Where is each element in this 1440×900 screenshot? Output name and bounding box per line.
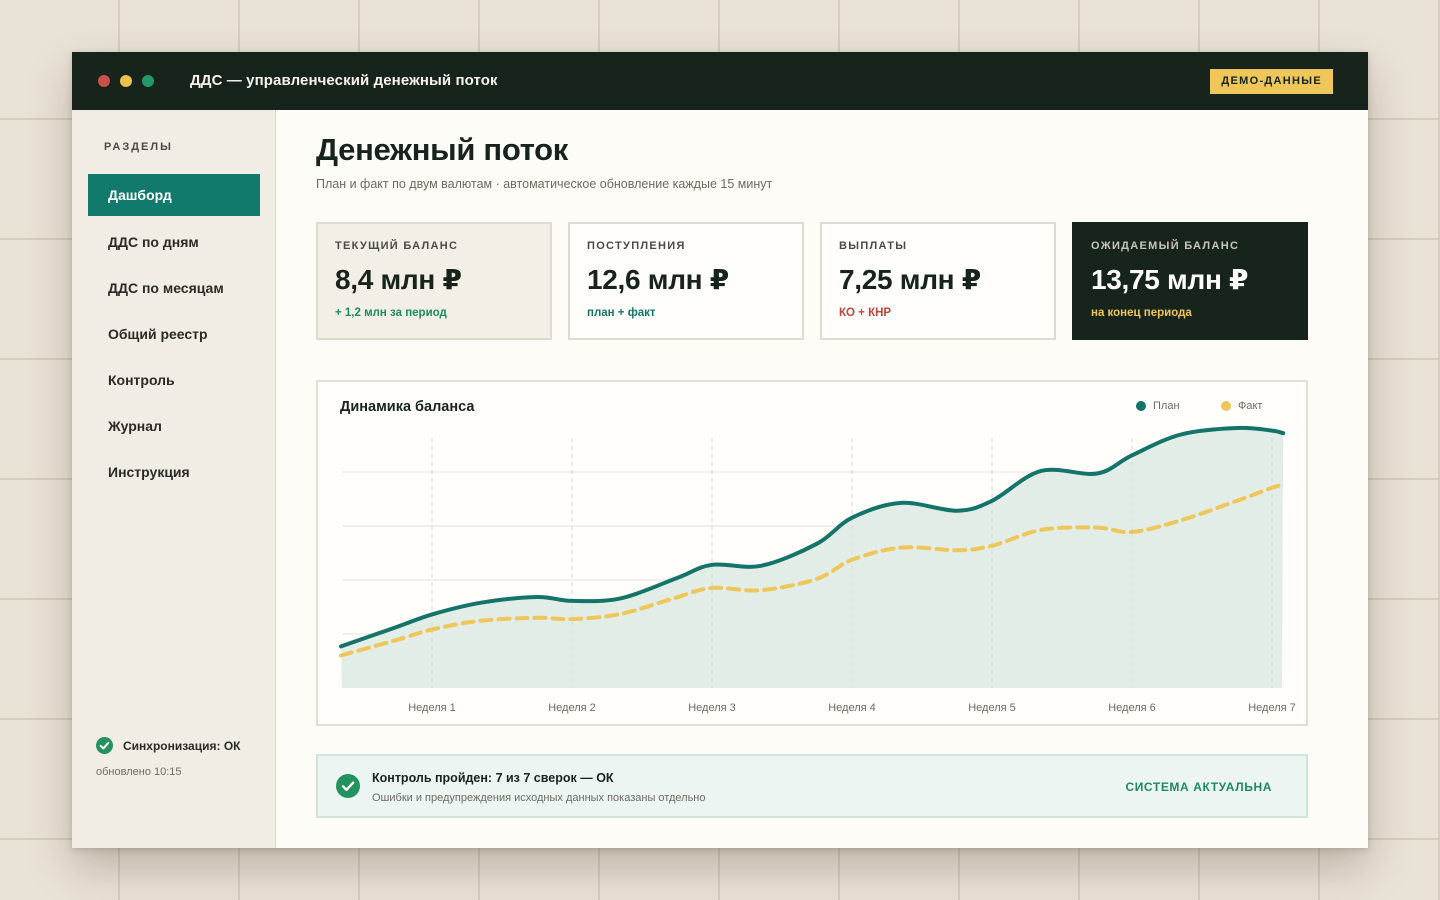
- page-subtitle: План и факт по двум валютам · автоматиче…: [316, 177, 773, 191]
- kpi-value: 7,25 млн ₽: [839, 264, 981, 295]
- minimize-window-button[interactable]: [120, 75, 132, 87]
- sidebar-item-general-register[interactable]: Общий реестр: [88, 313, 260, 355]
- page-title: Денежный поток: [316, 132, 569, 167]
- x-tick-label: Неделя 2: [548, 702, 596, 714]
- balance-chart: Неделя 1 Неделя 2 Неделя 3 Неделя 4 Неделя 5…: [339, 425, 1296, 714]
- chart-title: Динамика баланса: [340, 399, 475, 415]
- legend-plan-label: План: [1153, 400, 1180, 412]
- kpi-label: ПОСТУПЛЕНИЯ: [587, 240, 686, 252]
- kpi-inflows: ПОСТУПЛЕНИЯ 12,6 млн ₽ план + факт: [568, 222, 804, 340]
- status-description: Ошибки и предупреждения исходных данных …: [372, 792, 706, 804]
- system-state-label: СИСТЕМА АКТУАЛЬНА: [1125, 780, 1272, 794]
- close-window-button[interactable]: [98, 75, 110, 87]
- x-tick-label: Неделя 4: [828, 702, 876, 714]
- check-circle-icon: [336, 774, 360, 798]
- kpi-label: ВЫПЛАТЫ: [839, 240, 908, 252]
- maximize-window-button[interactable]: [142, 75, 154, 87]
- kpi-expected-balance: ОЖИДАЕМЫЙ БАЛАНС 13,75 млн ₽ на конец пе…: [1072, 222, 1308, 340]
- x-tick-label: Неделя 7: [1248, 702, 1296, 714]
- sync-status-text: Синхронизация: ОК: [123, 738, 241, 753]
- sidebar-item-instructions[interactable]: Инструкция: [88, 451, 260, 493]
- sidebar-item-cashflow-daily[interactable]: ДДС по дням: [88, 221, 260, 263]
- kpi-label: ТЕКУЩИЙ БАЛАНС: [335, 240, 459, 252]
- status-title: Контроль пройден: 7 из 7 сверок — ОК: [372, 771, 614, 785]
- check-circle-icon: [96, 737, 113, 754]
- legend-plan-marker: [1136, 401, 1146, 411]
- kpi-note: КО + КНР: [839, 307, 892, 319]
- control-status-banner: Контроль пройден: 7 из 7 сверок — ОК Оши…: [316, 754, 1308, 818]
- balance-chart-card: Неделя 1 Неделя 2 Неделя 3 Неделя 4 Неделя 5…: [316, 380, 1308, 726]
- legend-fact-label: Факт: [1238, 400, 1263, 412]
- kpi-label: ОЖИДАЕМЫЙ БАЛАНС: [1091, 240, 1240, 252]
- x-tick-label: Неделя 5: [968, 702, 1016, 714]
- kpi-value: 12,6 млн ₽: [587, 264, 729, 295]
- kpi-current-balance: ТЕКУЩИЙ БАЛАНС 8,4 млн ₽ + 1,2 млн за пе…: [316, 222, 552, 340]
- app-title: ДДС — управленческий денежный поток: [190, 72, 498, 89]
- sidebar-heading: РАЗДЕЛЫ: [104, 141, 173, 153]
- sync-status: Синхронизация: ОК обновлено 10:15: [96, 737, 240, 778]
- kpi-note: + 1,2 млн за период: [335, 307, 447, 319]
- kpi-note: на конец периода: [1091, 307, 1192, 319]
- legend-fact-marker: [1221, 401, 1231, 411]
- sidebar-item-cashflow-monthly[interactable]: ДДС по месяцам: [88, 267, 260, 309]
- kpi-outflows: ВЫПЛАТЫ 7,25 млн ₽ КО + КНР: [820, 222, 1056, 340]
- legend-item-plan[interactable]: План: [1136, 400, 1180, 412]
- title-bar: ДДС — управленческий денежный поток ДЕМО…: [72, 52, 1368, 110]
- sync-updated-time: обновлено 10:15: [96, 766, 182, 778]
- sidebar-item-journal[interactable]: Журнал: [88, 405, 260, 447]
- kpi-value: 13,75 млн ₽: [1091, 264, 1249, 295]
- demo-data-badge: ДЕМО-ДАННЫЕ: [1210, 69, 1333, 94]
- plan-area: [341, 427, 1284, 688]
- kpi-value: 8,4 млн ₽: [335, 264, 462, 295]
- x-tick-label: Неделя 1: [408, 702, 456, 714]
- kpi-note: план + факт: [587, 307, 656, 319]
- x-tick-label: Неделя 6: [1108, 702, 1156, 714]
- app-window: ДДС — управленческий денежный поток ДЕМО…: [72, 52, 1368, 848]
- sidebar: РАЗДЕЛЫ Дашборд ДДС по дням ДДС по месяц…: [72, 110, 276, 848]
- x-tick-label: Неделя 3: [688, 702, 736, 714]
- sidebar-item-control[interactable]: Контроль: [88, 359, 260, 401]
- legend-item-fact[interactable]: Факт: [1221, 400, 1262, 412]
- sidebar-item-dashboard[interactable]: Дашборд: [88, 174, 260, 216]
